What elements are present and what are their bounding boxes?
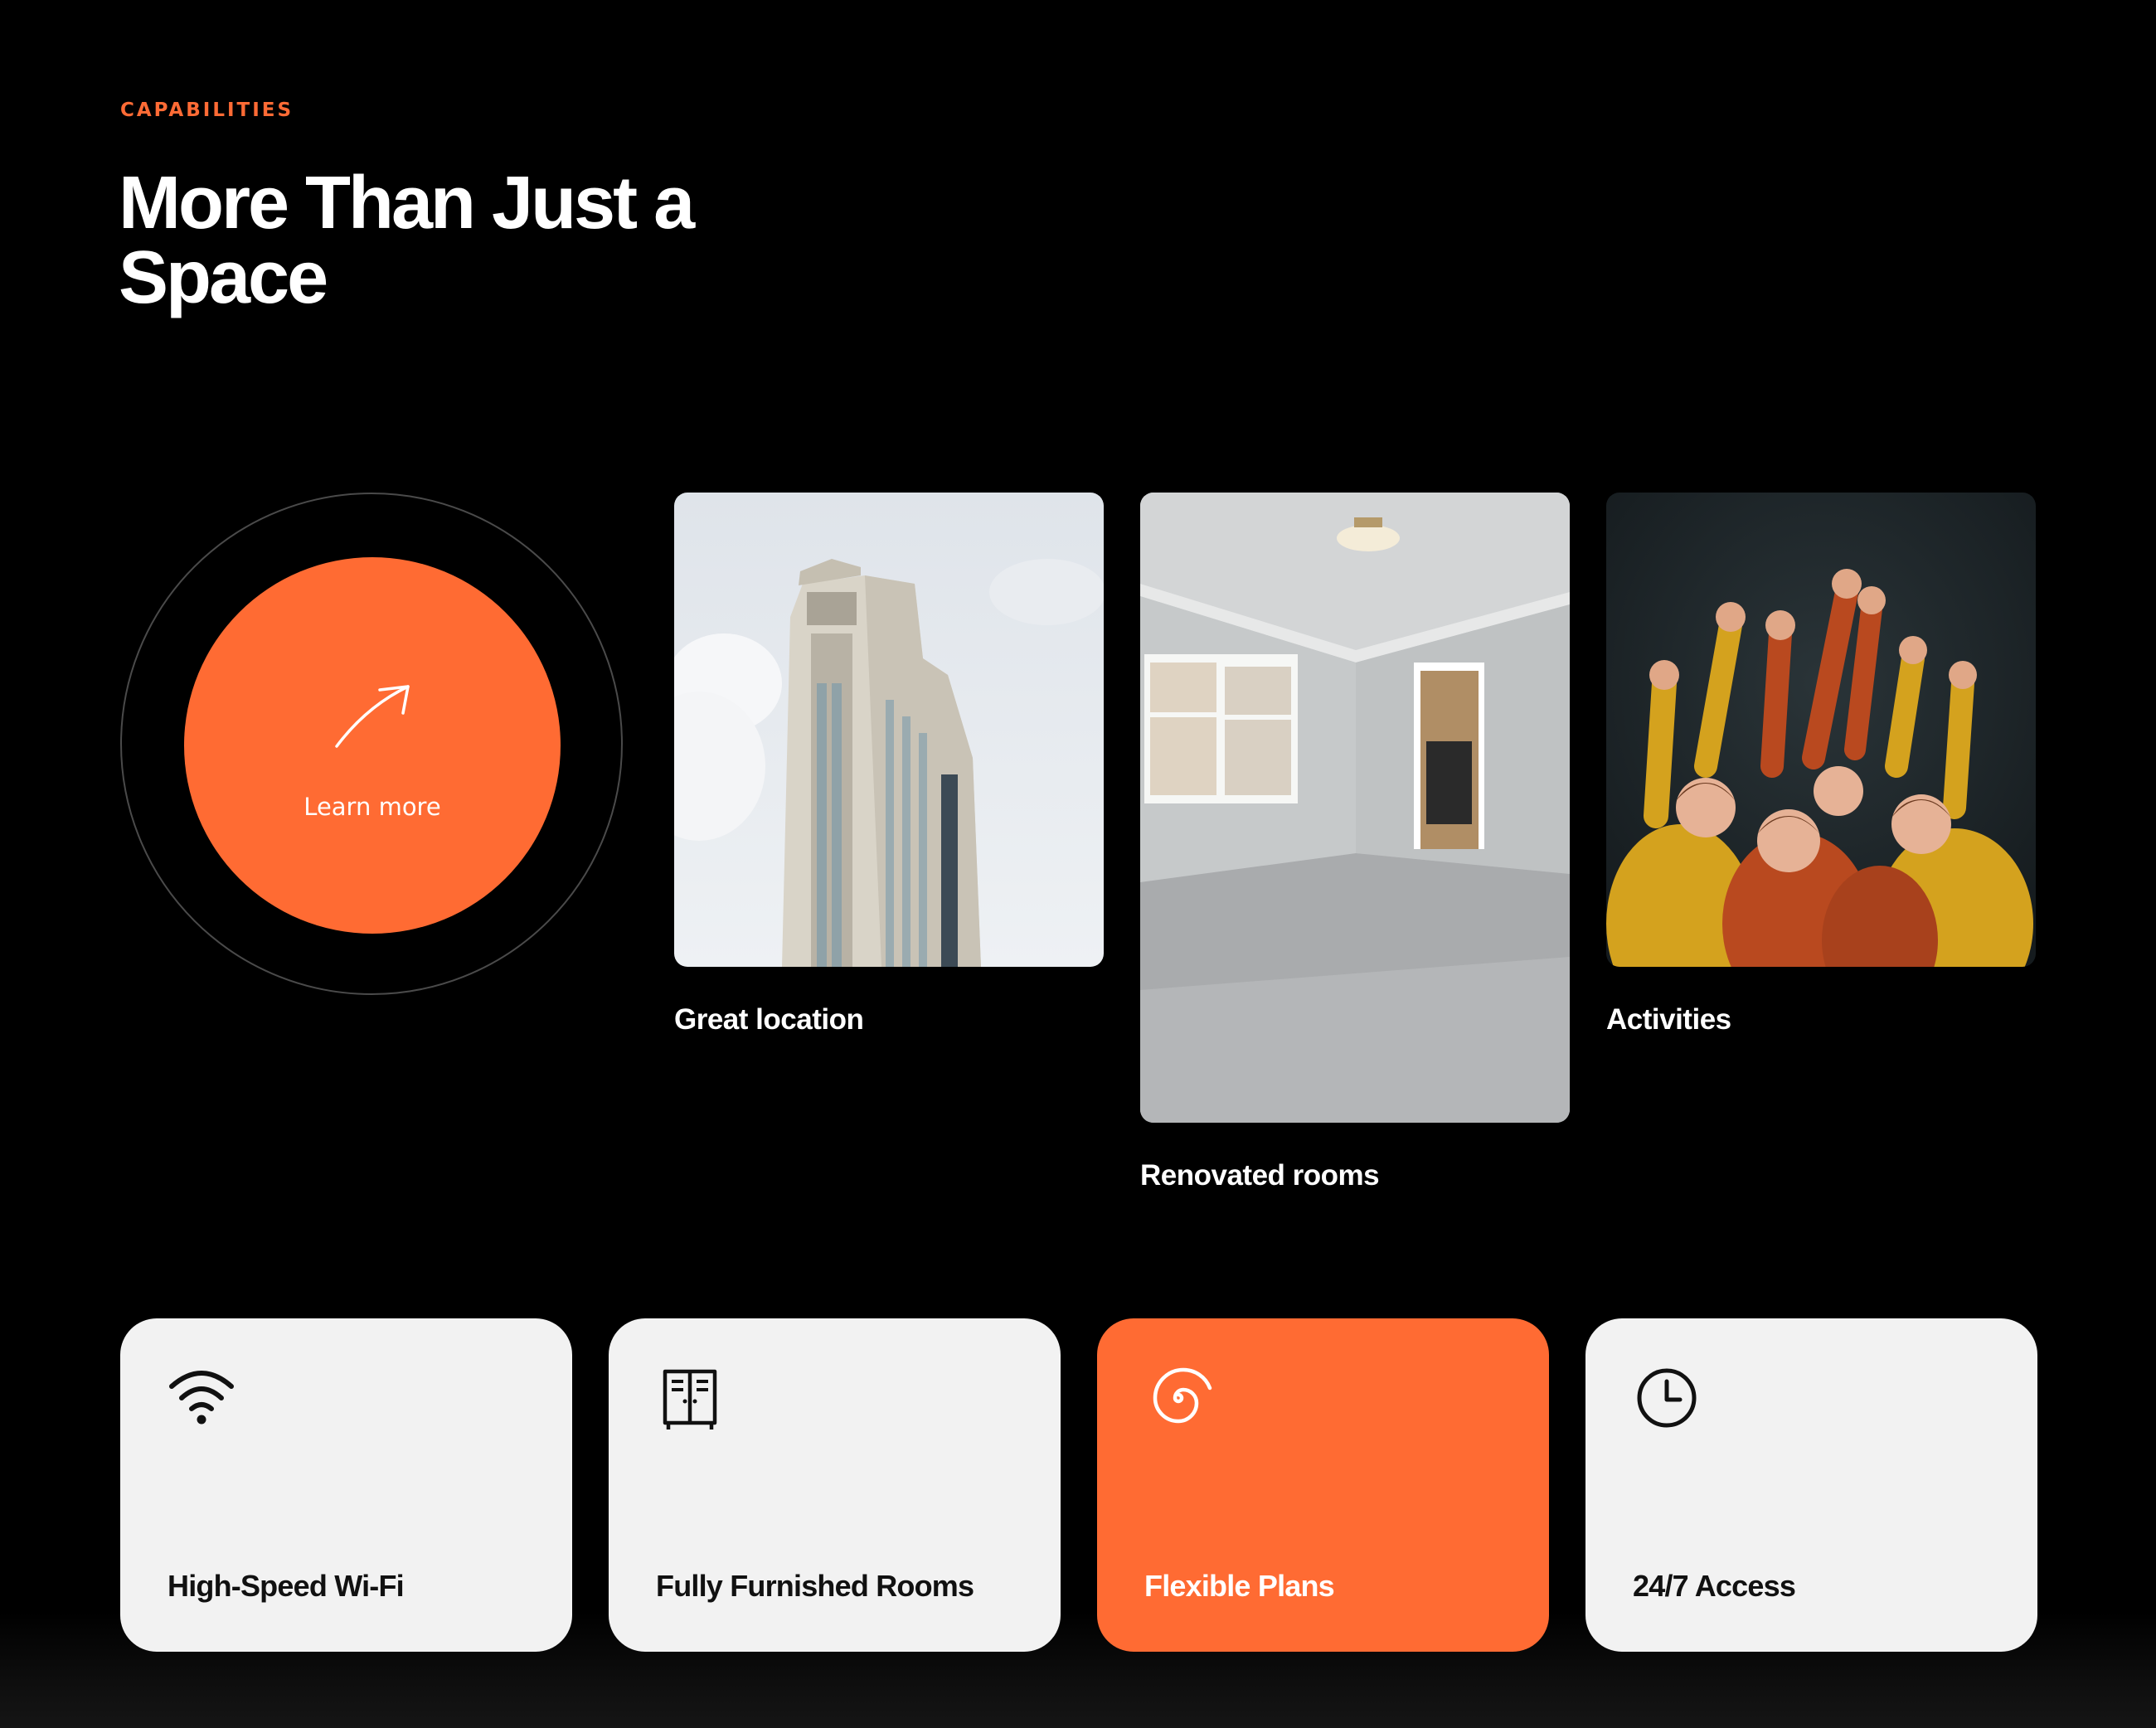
photo-card-rooms[interactable]: Renovated rooms [1140, 493, 1570, 1192]
feature-card-flexible[interactable]: Flexible Plans [1097, 1318, 1549, 1652]
wifi-icon [169, 1371, 234, 1425]
learn-more-label: Learn more [303, 793, 441, 821]
photo-label-location: Great location [674, 1003, 864, 1036]
dancers-photo [1606, 493, 2036, 967]
skyscraper-photo [674, 493, 1104, 967]
feature-label-furnished: Fully Furnished Rooms [656, 1569, 974, 1603]
feature-label-wifi: High-Speed Wi-Fi [168, 1569, 405, 1603]
photo-label-activities: Activities [1606, 1003, 1731, 1036]
arrow-up-right-icon [335, 685, 410, 748]
photo-card-location[interactable]: Great location [674, 493, 1104, 1036]
feature-card-access[interactable]: 24/7 Access [1585, 1318, 2037, 1652]
section-title: More Than Just a Space [119, 162, 695, 319]
empty-room-photo [1140, 493, 1570, 1123]
photo-label-rooms: Renovated rooms [1140, 1159, 1380, 1192]
learn-more-button[interactable]: Learn more [184, 557, 561, 934]
feature-label-access: 24/7 Access [1633, 1569, 1796, 1603]
spiral-icon [1153, 1367, 1212, 1424]
section-eyebrow: CAPABILITIES [120, 100, 294, 121]
wardrobe-icon [663, 1369, 717, 1429]
clock-icon [1637, 1368, 1697, 1428]
feature-card-wifi[interactable]: High-Speed Wi-Fi [120, 1318, 572, 1652]
feature-card-furnished[interactable]: Fully Furnished Rooms [609, 1318, 1061, 1652]
photo-card-activities[interactable]: Activities [1606, 493, 2036, 1036]
feature-label-flexible: Flexible Plans [1144, 1569, 1335, 1603]
